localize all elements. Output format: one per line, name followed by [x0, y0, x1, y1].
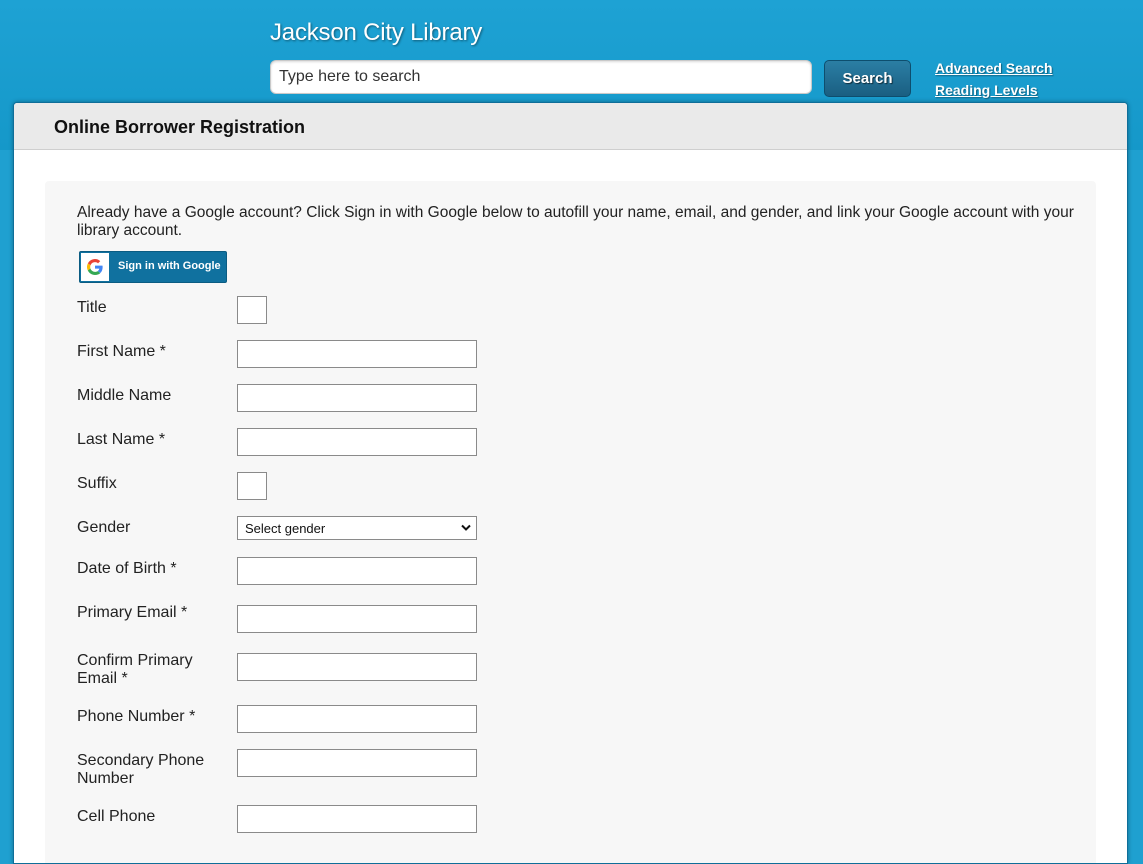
first-name-label: First Name * [77, 343, 166, 360]
middle-name-input[interactable] [237, 384, 477, 412]
confirm-email-label-line2: Email * [77, 670, 128, 687]
last-name-input[interactable] [237, 428, 477, 456]
title-label: Title [77, 299, 107, 316]
search-input[interactable] [270, 60, 812, 94]
confirm-email-input[interactable] [237, 653, 477, 681]
google-button-label: Sign in with Google [118, 260, 221, 272]
sign-in-with-google-button[interactable]: Sign in with Google [79, 251, 227, 283]
registration-form: Already have a Google account? Click Sig… [45, 181, 1096, 863]
gender-selected-value: Select gender [245, 521, 326, 536]
confirm-email-label-line1: Confirm Primary [77, 652, 193, 669]
first-name-input[interactable] [237, 340, 477, 368]
secondary-phone-label: Secondary Phone Number [77, 752, 204, 788]
dob-input[interactable] [237, 557, 477, 585]
secondary-phone-label-line1: Secondary Phone [77, 752, 205, 769]
page-title-bar: Online Borrower Registration [14, 103, 1127, 150]
secondary-phone-input[interactable] [237, 749, 477, 777]
title-input[interactable] [237, 296, 267, 324]
middle-name-label: Middle Name [77, 387, 172, 404]
gender-select[interactable]: Select gender [237, 516, 477, 540]
reading-levels-link[interactable]: Reading Levels [935, 82, 1038, 98]
primary-email-label: Primary Email * [77, 604, 188, 621]
cell-phone-input[interactable] [237, 805, 477, 833]
gender-label: Gender [77, 519, 131, 536]
secondary-phone-label-line2: Number [77, 770, 134, 787]
suffix-label: Suffix [77, 475, 117, 492]
advanced-search-link[interactable]: Advanced Search [935, 60, 1053, 76]
last-name-label: Last Name * [77, 431, 166, 448]
library-title[interactable]: Jackson City Library [270, 19, 482, 47]
confirm-email-label: Confirm Primary Email * [77, 652, 193, 688]
google-g-icon [81, 253, 109, 281]
google-intro-text: Already have a Google account? Click Sig… [77, 204, 1074, 239]
chevron-down-icon [461, 524, 471, 531]
suffix-input[interactable] [237, 472, 267, 500]
dob-label: Date of Birth * [77, 560, 177, 577]
phone-number-input[interactable] [237, 705, 477, 733]
phone-number-label: Phone Number * [77, 708, 196, 725]
page-title: Online Borrower Registration [54, 117, 306, 137]
search-button[interactable]: Search [824, 60, 911, 97]
registration-page: Online Borrower Registration Already hav… [13, 102, 1128, 864]
primary-email-input[interactable] [237, 605, 477, 633]
cell-phone-label: Cell Phone [77, 808, 156, 825]
